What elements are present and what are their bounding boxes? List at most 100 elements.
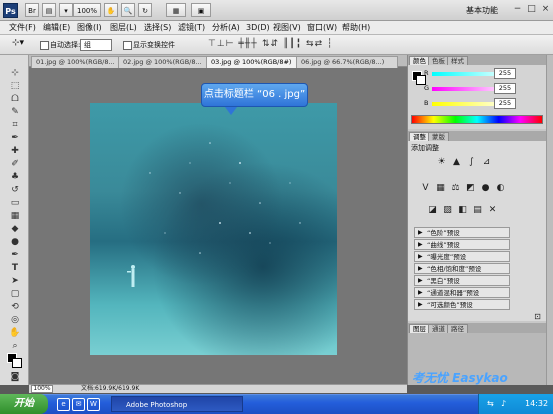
- hand-tool-icon[interactable]: ✋: [8, 327, 22, 339]
- 3d-rotate-tool-icon[interactable]: ⟲: [8, 301, 22, 313]
- tab-01-jpg[interactable]: 01.jpg @ 100%(RGB/8...: [31, 56, 125, 68]
- zoom-select[interactable]: 100%: [73, 3, 101, 17]
- auto-select-dropdown[interactable]: 组: [80, 39, 112, 51]
- exposure-icon[interactable]: ⊿: [481, 157, 492, 168]
- background-color-swatch[interactable]: [12, 358, 22, 368]
- callout-pointer: [225, 107, 237, 115]
- tab-06-jpg[interactable]: 06.jpg @ 66.7%(RGB/8...): [296, 56, 398, 68]
- tab-03-jpg[interactable]: 03.jpg @ 100%(RGB/8#): [206, 56, 302, 68]
- menu-filter[interactable]: 滤镜(T): [178, 22, 205, 34]
- color-balance-icon[interactable]: ⚖: [450, 183, 461, 194]
- screen-mode-icon[interactable]: ▣: [191, 3, 211, 17]
- channel-r-value[interactable]: 255: [494, 68, 516, 79]
- show-transform-checkbox[interactable]: [123, 41, 132, 50]
- preset-channel-mixer[interactable]: ▶ “通道混和器”预设: [414, 287, 510, 298]
- word-icon[interactable]: W: [87, 398, 100, 411]
- path-selection-tool-icon[interactable]: ➤: [8, 275, 22, 287]
- start-button[interactable]: 开始: [0, 394, 48, 414]
- color-ramp[interactable]: [411, 115, 543, 124]
- 3d-orbit-tool-icon[interactable]: ◎: [8, 314, 22, 326]
- curves-icon[interactable]: ∫: [466, 157, 477, 168]
- tab-02-jpg[interactable]: 02.jpg @ 100%(RGB/8...: [118, 56, 212, 68]
- black-white-icon[interactable]: ◩: [465, 183, 476, 194]
- hand-tool-icon[interactable]: ✋: [104, 3, 118, 17]
- menu-3d[interactable]: 3D(D): [246, 22, 270, 34]
- collapsed-panel-strip[interactable]: [546, 55, 553, 385]
- menu-view[interactable]: 视图(V): [273, 22, 301, 34]
- lasso-tool-icon[interactable]: ᗝ: [8, 93, 22, 105]
- color-panel: R 255 G 255 B 255: [408, 65, 546, 129]
- move-tool-icon[interactable]: ⊹▾: [12, 38, 24, 48]
- tray-volume-icon[interactable]: ♪: [501, 394, 506, 414]
- tray-network-icon[interactable]: ⇆: [487, 394, 494, 414]
- distribute-buttons[interactable]: ⇅⇵ ║┃╏ ⇆⇄ ┆: [262, 39, 333, 51]
- minimize-icon[interactable]: −: [511, 4, 524, 16]
- levels-icon[interactable]: ▲: [451, 157, 462, 168]
- workspace-switcher[interactable]: 基本功能: [466, 5, 498, 16]
- ie-icon[interactable]: e: [57, 398, 70, 411]
- shape-tool-icon[interactable]: ▢: [8, 288, 22, 300]
- brightness-icon[interactable]: ☀: [436, 157, 447, 168]
- type-tool-icon[interactable]: T: [8, 262, 22, 274]
- system-tray: ⇆ ♪ 14:32: [478, 394, 553, 414]
- align-buttons[interactable]: ⊤⊥⊢ ╪╫┼: [208, 39, 258, 51]
- preset-selective-color[interactable]: ▶ “可选颜色”预设: [414, 299, 510, 310]
- status-zoom[interactable]: 100%: [31, 385, 53, 393]
- clone-stamp-tool-icon[interactable]: ♣: [8, 171, 22, 183]
- arrange-documents-icon[interactable]: ▦: [166, 3, 186, 17]
- healing-brush-tool-icon[interactable]: ✚: [8, 145, 22, 157]
- selective-color-icon[interactable]: ✕: [487, 205, 498, 216]
- channel-g-value[interactable]: 255: [494, 83, 516, 94]
- history-brush-tool-icon[interactable]: ↺: [8, 184, 22, 196]
- taskbar-photoshop[interactable]: Adobe Photoshop: [111, 396, 243, 412]
- hue-saturation-icon[interactable]: ▦: [435, 183, 446, 194]
- view-extras-icon[interactable]: ▤: [42, 3, 56, 17]
- bridge-button[interactable]: Br: [25, 3, 39, 17]
- vibrance-icon[interactable]: V: [420, 183, 431, 194]
- panel-menu-icon[interactable]: ⊡: [532, 311, 543, 322]
- zoom-level-icon[interactable]: ▾: [59, 3, 73, 17]
- preset-hue-saturation[interactable]: ▶ “色相/饱和度”预设: [414, 263, 510, 274]
- preset-curves[interactable]: ▶ “曲线”预设: [414, 239, 510, 250]
- threshold-icon[interactable]: ◧: [457, 205, 468, 216]
- invert-icon[interactable]: ◪: [427, 205, 438, 216]
- brush-tool-icon[interactable]: ✐: [8, 158, 22, 170]
- close-icon[interactable]: ×: [539, 4, 552, 16]
- gradient-tool-icon[interactable]: ▦: [8, 210, 22, 222]
- options-bar: ⊹▾ 自动选择: 组 显示变换控件 ⊤⊥⊢ ╪╫┼ ⇅⇵ ║┃╏ ⇆⇄ ┆: [0, 35, 553, 55]
- pen-tool-icon[interactable]: ✒: [8, 249, 22, 261]
- menu-help[interactable]: 帮助(H): [342, 22, 370, 34]
- rotate-view-icon[interactable]: ↻: [138, 3, 152, 17]
- crop-tool-icon[interactable]: ⌗: [8, 119, 22, 131]
- channel-b-value[interactable]: 255: [494, 98, 516, 109]
- auto-select-checkbox[interactable]: [40, 41, 49, 50]
- outlook-icon[interactable]: ✉: [72, 398, 85, 411]
- dodge-tool-icon[interactable]: ●: [8, 236, 22, 248]
- menu-image[interactable]: 图像(I): [77, 22, 102, 34]
- preset-exposure[interactable]: ▶ “曝光度”预设: [414, 251, 510, 262]
- blur-tool-icon[interactable]: ◆: [8, 223, 22, 235]
- marquee-tool-icon[interactable]: ⬚: [8, 80, 22, 92]
- quick-mask-icon[interactable]: ◙: [8, 371, 22, 383]
- preset-black-white[interactable]: ▶ “黑白”预设: [414, 275, 510, 286]
- menu-select[interactable]: 选择(S): [144, 22, 171, 34]
- eraser-tool-icon[interactable]: ▭: [8, 197, 22, 209]
- menu-analysis[interactable]: 分析(A): [212, 22, 240, 34]
- zoom-tool-icon[interactable]: ⌕: [8, 340, 22, 352]
- posterize-icon[interactable]: ▨: [442, 205, 453, 216]
- gradient-map-icon[interactable]: ▤: [472, 205, 483, 216]
- maximize-icon[interactable]: □: [525, 4, 538, 16]
- zoom-tool-icon[interactable]: 🔍: [121, 3, 135, 17]
- document-area: 01.jpg @ 100%(RGB/8... 02.jpg @ 100%(RGB…: [29, 55, 407, 393]
- quick-select-tool-icon[interactable]: ✎: [8, 106, 22, 118]
- menu-edit[interactable]: 编辑(E): [43, 22, 70, 34]
- move-tool-icon[interactable]: ⊹: [8, 67, 22, 79]
- menu-layer[interactable]: 图层(L): [110, 22, 137, 34]
- menu-window[interactable]: 窗口(W): [307, 22, 337, 34]
- preset-levels[interactable]: ▶ “色阶”预设: [414, 227, 510, 238]
- image-canvas[interactable]: [90, 103, 337, 355]
- eyedropper-tool-icon[interactable]: ✒: [8, 132, 22, 144]
- channel-mixer-icon[interactable]: ◐: [495, 183, 506, 194]
- menu-file[interactable]: 文件(F): [9, 22, 36, 34]
- photo-filter-icon[interactable]: ●: [480, 183, 491, 194]
